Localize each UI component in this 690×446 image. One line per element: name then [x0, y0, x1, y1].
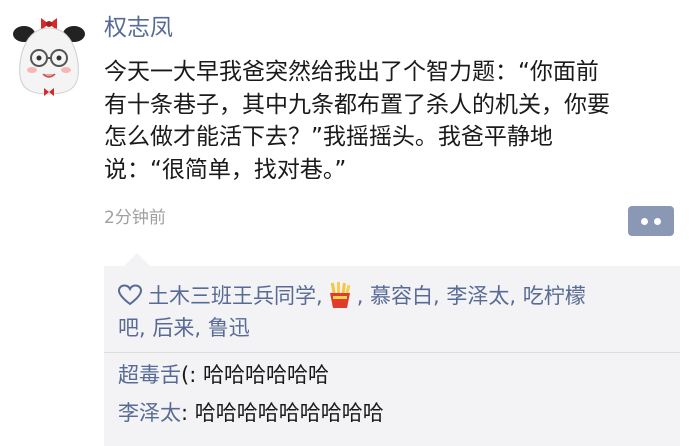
- post-text-line: 今天一大早我爸突然给我出了个智力题：“你面前: [104, 59, 599, 85]
- divider: [104, 352, 680, 353]
- liker-names[interactable]: , 慕容白, 李泽太, 吃柠檬: [357, 284, 586, 308]
- post-text-line: 怎么做才能活下去？”我摇摇头。我爸平静地: [104, 124, 553, 150]
- commenter-name[interactable]: 超毒舌: [118, 363, 181, 387]
- commenter-name[interactable]: 李泽太: [118, 401, 181, 425]
- likes-line: 土木三班王兵同学, , 慕容白, 李泽太, 吃柠檬: [118, 280, 678, 312]
- comment[interactable]: 超毒舌(: 哈哈哈哈哈哈: [118, 360, 329, 390]
- more-dots-icon: [641, 218, 648, 225]
- post-text-line: 有十条巷子，其中九条都布置了杀人的机关，你要: [104, 91, 610, 118]
- panel-notch: [124, 253, 150, 266]
- more-button[interactable]: [628, 206, 674, 236]
- comment-text: (: 哈哈哈哈哈哈: [181, 363, 329, 387]
- more-dots-icon: [654, 218, 661, 225]
- comment[interactable]: 李泽太: 哈哈哈哈哈哈哈哈哈: [118, 398, 384, 428]
- avatar[interactable]: [8, 8, 90, 100]
- liker-names[interactable]: 土木三班王兵同学,: [148, 284, 323, 308]
- rice-ball-avatar-icon: [13, 18, 85, 96]
- likes-list: 土木三班王兵同学, , 慕容白, 李泽太, 吃柠檬 吧, 后来, 鲁迅: [118, 280, 678, 344]
- likes-line[interactable]: 吧, 后来, 鲁迅: [118, 312, 678, 344]
- author-name[interactable]: 权志凤: [104, 12, 173, 44]
- post-text-line: 说：“很简单，找对巷。”: [104, 156, 347, 183]
- post-text: 今天一大早我爸突然给我出了个智力题：“你面前 有十条巷子，其中九条都布置了杀人的…: [104, 56, 684, 186]
- post-timestamp: 2分钟前: [104, 208, 166, 228]
- french-fries-icon[interactable]: [327, 281, 353, 309]
- comment-text: : 哈哈哈哈哈哈哈哈哈: [181, 401, 384, 425]
- heart-icon: [118, 284, 142, 306]
